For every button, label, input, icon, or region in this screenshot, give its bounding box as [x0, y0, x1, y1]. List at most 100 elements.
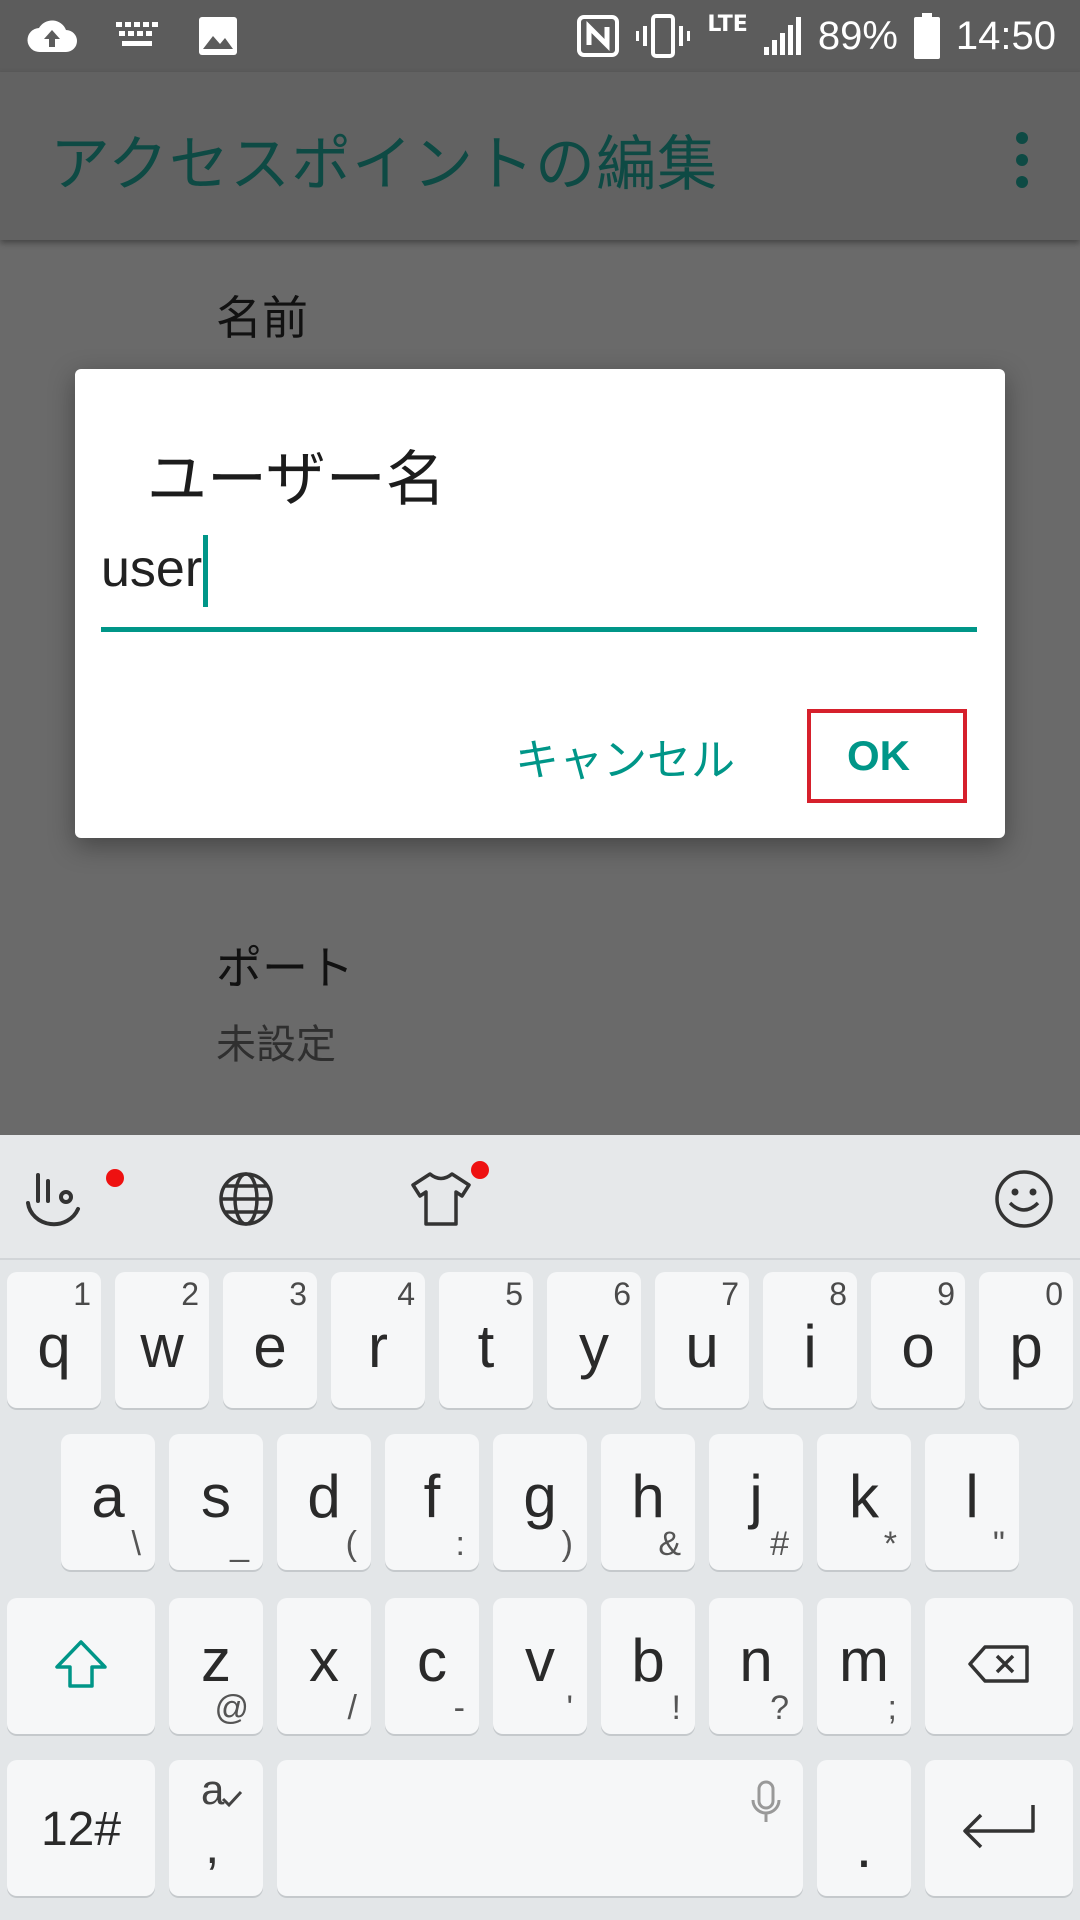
pref-item-name[interactable]: 名前	[216, 282, 308, 348]
battery-icon	[913, 13, 940, 59]
key-hint: 6	[613, 1276, 631, 1312]
key-label: ,	[205, 1817, 220, 1875]
cloud-upload-icon	[26, 16, 78, 56]
key-h[interactable]: h &	[601, 1434, 695, 1570]
key-a[interactable]: a \	[61, 1434, 155, 1570]
key-hint: @	[214, 1689, 249, 1727]
lte-indicator: LTE	[707, 12, 748, 37]
key-p[interactable]: p0	[979, 1272, 1073, 1408]
nfc-icon	[577, 15, 620, 57]
key-label: t	[477, 1313, 495, 1380]
emoji-icon[interactable]	[994, 1169, 1054, 1233]
notification-dot	[106, 1169, 124, 1187]
more-vert-icon	[1016, 132, 1028, 144]
key-label: j	[749, 1463, 763, 1530]
pref-title: 名前	[216, 291, 308, 345]
enter-arrow-icon	[959, 1801, 1039, 1856]
input-underline	[101, 627, 977, 632]
vibrate-icon	[635, 14, 691, 58]
key-hint: (	[345, 1525, 357, 1563]
key-label: k	[849, 1463, 879, 1530]
key-hint: _	[230, 1525, 249, 1563]
enter-key[interactable]	[925, 1760, 1073, 1896]
theme-shirt-icon[interactable]	[410, 1171, 472, 1231]
key-d[interactable]: d(	[277, 1434, 371, 1570]
key-u[interactable]: u7	[655, 1272, 749, 1408]
key-i[interactable]: i8	[763, 1272, 857, 1408]
signal-icon	[763, 17, 802, 55]
key-hint: !	[671, 1689, 681, 1727]
key-e[interactable]: e3	[223, 1272, 317, 1408]
key-y[interactable]: y6	[547, 1272, 641, 1408]
key-label: z	[201, 1627, 231, 1694]
pref-title: ポート	[216, 941, 354, 995]
key-z[interactable]: z @	[169, 1598, 263, 1734]
app-bar: アクセスポイントの編集	[0, 72, 1080, 240]
key-label: u	[685, 1313, 719, 1380]
backspace-icon	[967, 1644, 1031, 1689]
key-s[interactable]: s _	[169, 1434, 263, 1570]
key-label: o	[901, 1313, 935, 1380]
battery-percentage: 89%	[817, 13, 898, 58]
key-l[interactable]: l "	[925, 1434, 1019, 1570]
language-key[interactable]: a,	[169, 1760, 263, 1896]
key-label: e	[253, 1313, 287, 1380]
key-f[interactable]: f:	[385, 1434, 479, 1570]
pref-item-port[interactable]: ポート 未設定	[216, 932, 354, 1070]
key-k[interactable]: k *	[817, 1434, 911, 1570]
page-title: アクセスポイントの編集	[50, 130, 718, 200]
key-label: d	[307, 1463, 341, 1530]
globe-icon[interactable]	[218, 1171, 274, 1231]
keyboard-toolbar	[0, 1135, 1080, 1260]
period-key[interactable]: .	[817, 1760, 911, 1896]
key-v[interactable]: v '	[493, 1598, 587, 1734]
key-label: c	[417, 1627, 447, 1694]
key-x[interactable]: x /	[277, 1598, 371, 1734]
key-label: s	[201, 1463, 231, 1530]
key-hint: 3	[289, 1276, 307, 1312]
key-hint: ;	[887, 1689, 897, 1727]
key-label: x	[309, 1627, 339, 1694]
username-input[interactable]: user	[101, 535, 977, 607]
key-hint: 8	[829, 1276, 847, 1312]
cancel-button[interactable]: キャンセル	[515, 721, 735, 791]
key-m[interactable]: m;	[817, 1598, 911, 1734]
microphone-icon	[749, 1780, 783, 1831]
username-dialog: ユーザー名 user キャンセル OK	[75, 369, 1005, 838]
key-b[interactable]: b!	[601, 1598, 695, 1734]
key-hint: 4	[397, 1276, 415, 1312]
text-cursor	[203, 535, 209, 607]
backspace-key[interactable]	[925, 1598, 1073, 1734]
key-label: .	[855, 1813, 873, 1880]
check-icon	[221, 1790, 243, 1813]
image-icon	[198, 16, 238, 56]
key-label: q	[37, 1313, 71, 1380]
key-n[interactable]: n?	[709, 1598, 803, 1734]
key-hint: ?	[770, 1689, 789, 1727]
key-label: h	[631, 1463, 665, 1530]
key-hint: 2	[181, 1276, 199, 1312]
overflow-menu-button[interactable]	[994, 128, 1050, 188]
shift-icon	[53, 1639, 109, 1694]
space-key[interactable]	[277, 1760, 803, 1896]
key-label: y	[579, 1313, 609, 1380]
key-j[interactable]: j #	[709, 1434, 803, 1570]
key-label: m	[839, 1627, 889, 1694]
key-hint: 0	[1045, 1276, 1063, 1312]
input-text: user	[101, 540, 203, 598]
key-r[interactable]: r4	[331, 1272, 425, 1408]
key-label: l	[965, 1463, 979, 1530]
swipe-gesture-icon[interactable]	[24, 1169, 84, 1233]
key-w[interactable]: w2	[115, 1272, 209, 1408]
key-c[interactable]: c-	[385, 1598, 479, 1734]
key-hint: *	[883, 1525, 897, 1563]
pref-summary: 未設定	[216, 1022, 336, 1068]
ok-button[interactable]: OK	[807, 709, 967, 803]
key-t[interactable]: t5	[439, 1272, 533, 1408]
key-label: n	[739, 1627, 773, 1694]
key-g[interactable]: g)	[493, 1434, 587, 1570]
key-o[interactable]: o9	[871, 1272, 965, 1408]
shift-key[interactable]	[7, 1598, 155, 1734]
key-q[interactable]: q1	[7, 1272, 101, 1408]
symbols-key[interactable]: 12#	[7, 1760, 155, 1896]
